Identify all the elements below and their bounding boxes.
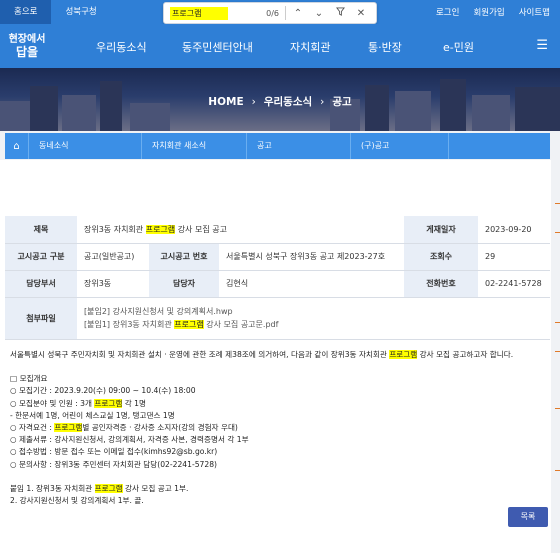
find-input[interactable]: 프로그램 bbox=[170, 6, 228, 20]
body-line: ○ 자격요건 : 프로그램별 공인자격증 · 강사증 소지자(강의 경험자 우대… bbox=[10, 423, 238, 433]
nav-item-center[interactable]: 동주민센터안내 bbox=[182, 39, 253, 55]
body-line: - 한문서예 1명, 어린이 체스교실 1명, 탱고댄스 1명 bbox=[10, 410, 175, 420]
breadcrumb-home[interactable]: HOME bbox=[208, 96, 243, 108]
logo-line1: 현장에서 bbox=[8, 33, 46, 45]
scrollbar-match-marker bbox=[555, 408, 560, 409]
attach-link-2[interactable]: [붙임1] 장위3동 자치회관 프로그램 강사 모집 공고문.pdf bbox=[84, 318, 543, 331]
num-label: 고시공고 번호 bbox=[149, 243, 219, 271]
table-row: 담당부서 장위3동 담당자 김현식 전화번호 02-2241-5728 bbox=[5, 270, 550, 298]
table-row: 첨부파일 [붙임2] 강사지원신청서 및 강의계획서.hwp [붙임1] 장위3… bbox=[5, 297, 550, 340]
sub-navigation: ⌂ 동네소식 자치회관 새소식 공고 (구)공고 bbox=[5, 133, 550, 159]
breadcrumb: HOME › 우리동소식 › 공고 bbox=[208, 96, 352, 108]
subnav-item-hallnews[interactable]: 자치회관 새소식 bbox=[142, 133, 247, 159]
body-heading: □ 모집개요 bbox=[10, 374, 48, 384]
subnav-item-old-notice[interactable]: (구)공고 bbox=[351, 133, 449, 159]
site-logo[interactable]: 현장에서 답을 bbox=[0, 24, 50, 68]
arrow-up-icon[interactable]: ⌃ bbox=[289, 8, 307, 19]
close-icon[interactable]: ✕ bbox=[352, 8, 370, 19]
phone-value: 02-2241-5728 bbox=[478, 270, 550, 298]
seongbuk-tab[interactable]: 성북구청 bbox=[51, 0, 110, 24]
hamburger-menu-icon[interactable]: ☰ bbox=[536, 38, 548, 53]
filter-icon[interactable] bbox=[331, 7, 349, 19]
attach-list: [붙임2] 강사지원신청서 및 강의계획서.hwp [붙임1] 장위3동 자치회… bbox=[77, 297, 550, 340]
find-divider bbox=[285, 6, 286, 20]
find-count: 0/6 bbox=[266, 8, 279, 18]
home-icon[interactable]: ⌂ bbox=[5, 133, 29, 159]
scrollbar-match-marker bbox=[555, 351, 560, 352]
phone-label: 전화번호 bbox=[404, 270, 478, 298]
attach-label: 첨부파일 bbox=[5, 297, 77, 340]
type-value: 공고(일반공고) bbox=[77, 243, 149, 271]
subnav-item-notice[interactable]: 공고 bbox=[247, 133, 351, 159]
home-tab[interactable]: 홈으로 bbox=[0, 0, 52, 24]
breadcrumb-level2: 공고 bbox=[332, 96, 352, 108]
views-value: 29 bbox=[478, 243, 550, 271]
scrollbar-match-marker bbox=[555, 470, 560, 471]
type-label: 고시공고 구분 bbox=[5, 243, 77, 271]
dept-value: 장위3동 bbox=[77, 270, 149, 298]
scrollbar-match-marker bbox=[555, 203, 560, 204]
breadcrumb-level1[interactable]: 우리동소식 bbox=[264, 96, 312, 108]
table-row: 고시공고 구분 공고(일반공고) 고시공고 번호 서울특별시 성북구 장위3동 … bbox=[5, 243, 550, 271]
body-note: 붙임 1. 장위3동 자치회관 프로그램 강사 모집 공고 1부. bbox=[10, 483, 189, 493]
notice-body: 서울특별시 성북구 주민자치회 및 자치회관 설치 · 운영에 관한 조례 제3… bbox=[10, 349, 540, 507]
table-row: 제목 장위3동 자치회관 프로그램 강사 모집 공고 게재일자 2023-09-… bbox=[5, 216, 550, 244]
views-label: 조회수 bbox=[404, 243, 478, 271]
num-value: 서울특별시 성북구 장위3동 공고 제2023-27호 bbox=[219, 243, 404, 271]
attach-link-1[interactable]: [붙임2] 강사지원신청서 및 강의계획서.hwp bbox=[84, 305, 543, 318]
title-label: 제목 bbox=[5, 216, 77, 244]
list-button[interactable]: 목록 bbox=[508, 507, 548, 527]
body-line: ○ 접수방법 : 방문 접수 또는 이메일 접수(kimhs92@sb.go.k… bbox=[10, 447, 218, 457]
scrollbar-match-marker bbox=[555, 232, 560, 233]
body-note: 2. 강사지원신청서 및 강의계획서 1부. 끝. bbox=[10, 496, 144, 506]
sitemap-link[interactable]: 사이트맵 bbox=[519, 6, 550, 18]
person-label: 담당자 bbox=[149, 270, 219, 298]
scrollbar-match-marker bbox=[555, 322, 560, 323]
body-line: ○ 모집분야 및 인원 : 3개 프로그램 각 1명 bbox=[10, 398, 146, 408]
content-area: 제목 장위3동 자치회관 프로그램 강사 모집 공고 게재일자 2023-09-… bbox=[0, 160, 551, 553]
nav-item-eminwon[interactable]: e-민원 bbox=[443, 39, 474, 55]
login-link[interactable]: 로그인 bbox=[436, 6, 459, 18]
person-value: 김현식 bbox=[219, 270, 404, 298]
body-line: ○ 문의사항 : 장위3동 주민센터 자치회관 담당(02-2241-5728) bbox=[10, 459, 217, 469]
notice-detail-table: 제목 장위3동 자치회관 프로그램 강사 모집 공고 게재일자 2023-09-… bbox=[5, 216, 550, 340]
logo-line2: 답을 bbox=[15, 44, 39, 59]
find-bar: 프로그램 0/6 ⌃ ⌄ ✕ bbox=[163, 2, 377, 24]
main-navigation: 현장에서 답을 우리동소식 동주민센터안내 자치회관 통·반장 e-민원 ☰ bbox=[0, 24, 560, 68]
nav-item-hall[interactable]: 자치회관 bbox=[290, 39, 330, 55]
date-value: 2023-09-20 bbox=[478, 216, 550, 244]
signup-link[interactable]: 회원가입 bbox=[473, 6, 504, 18]
date-label: 게재일자 bbox=[404, 216, 478, 244]
body-line: ○ 모집기간 : 2023.9.20(수) 09:00 ~ 10.4(수) 18… bbox=[10, 386, 196, 396]
body-intro: 서울특별시 성북구 주민자치회 및 자치회관 설치 · 운영에 관한 조례 제3… bbox=[10, 350, 514, 359]
top-links: 로그인 회원가입 사이트맵 bbox=[436, 6, 560, 18]
nav-item-news[interactable]: 우리동소식 bbox=[96, 39, 147, 55]
title-value: 장위3동 자치회관 프로그램 강사 모집 공고 bbox=[77, 216, 404, 244]
hero-banner: HOME › 우리동소식 › 공고 bbox=[0, 68, 560, 131]
subnav-item-dongne[interactable]: 동네소식 bbox=[29, 133, 142, 159]
nav-item-tongban[interactable]: 통·반장 bbox=[368, 39, 402, 55]
dept-label: 담당부서 bbox=[5, 270, 77, 298]
body-line: ○ 제출서류 : 강사지원신청서, 강의계획서, 자격증 사본, 경력증명서 각… bbox=[10, 435, 249, 445]
arrow-down-icon[interactable]: ⌄ bbox=[310, 8, 328, 19]
